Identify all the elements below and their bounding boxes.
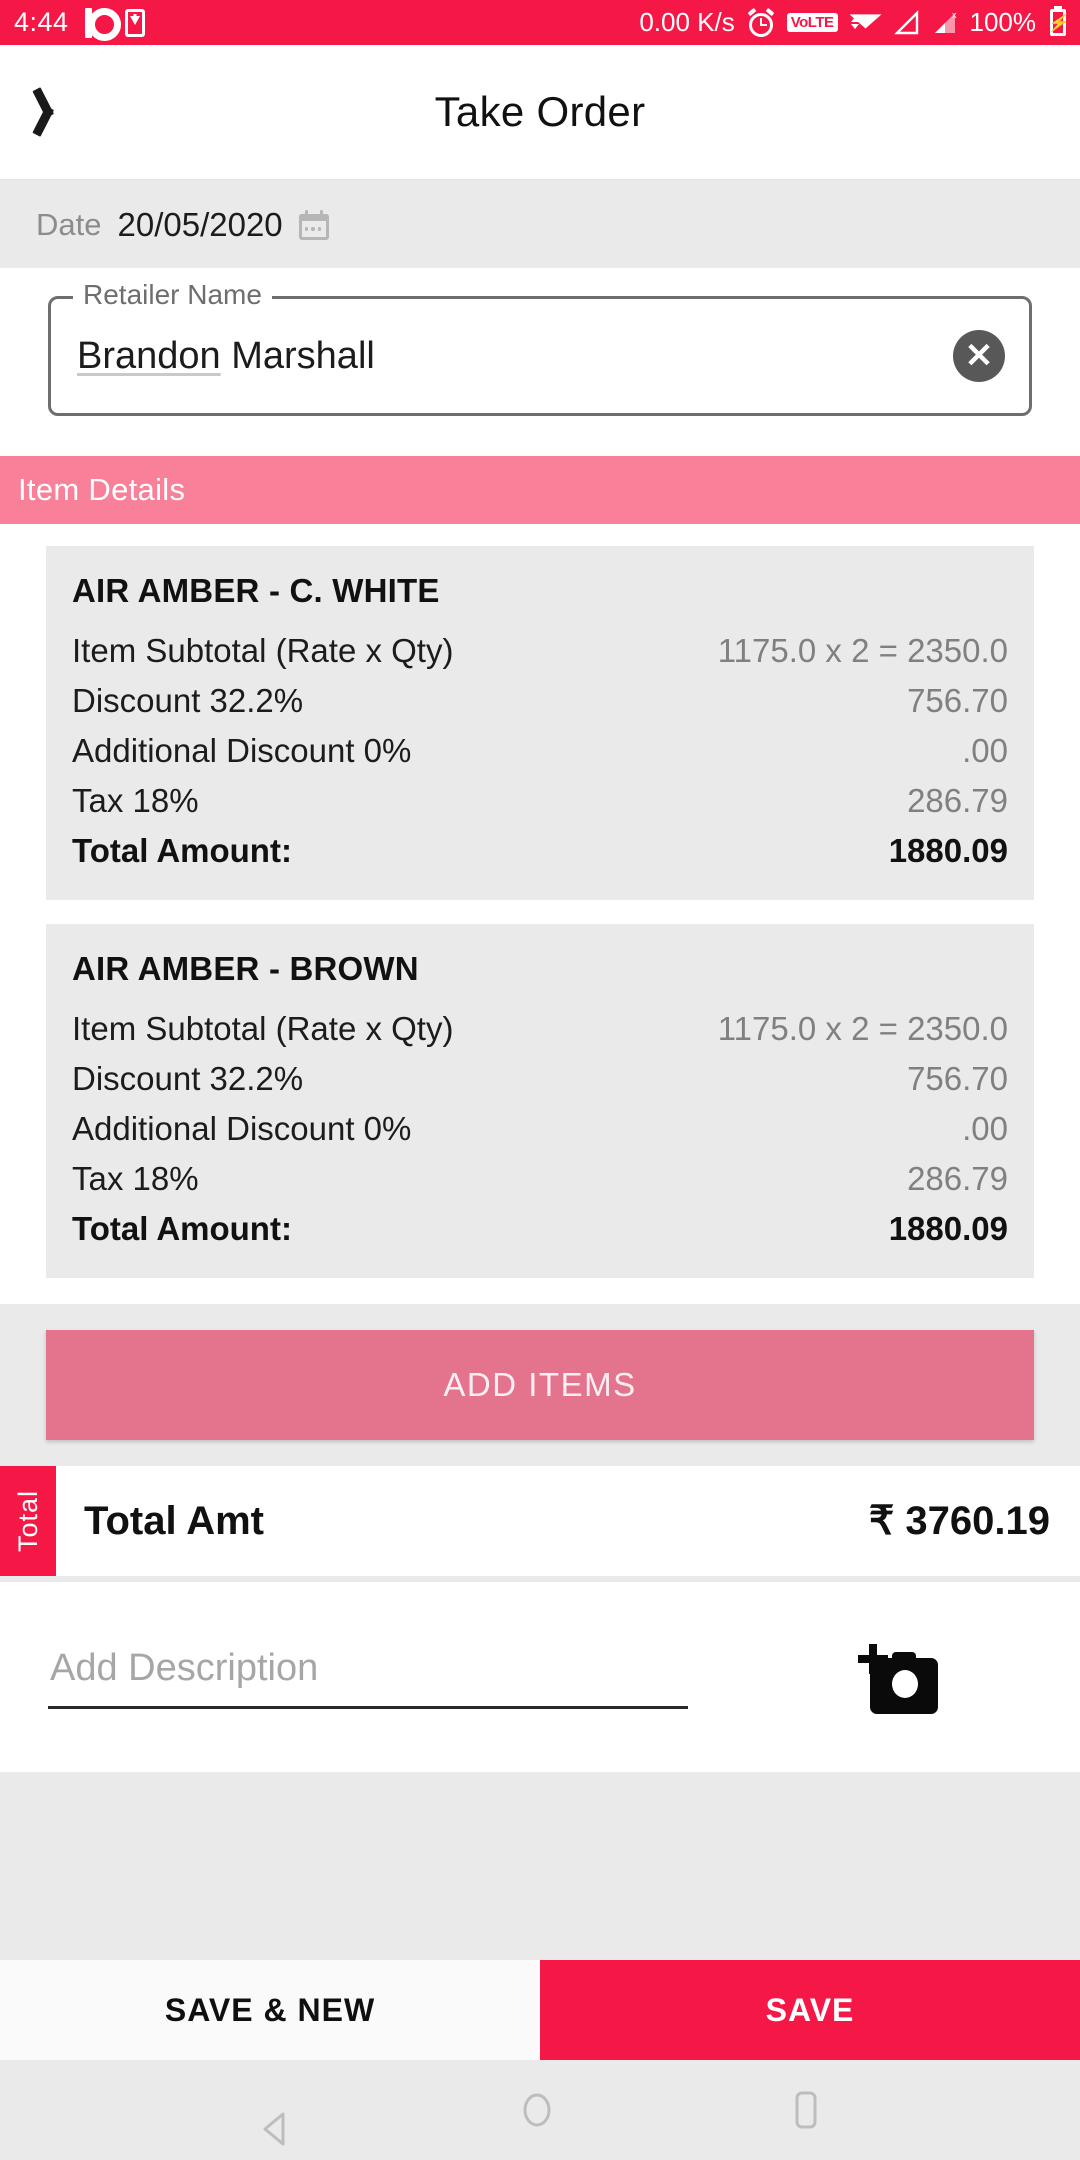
item-tax-row: Tax 18% 286.79 — [72, 1154, 1008, 1204]
square-recents-icon[interactable] — [790, 2090, 822, 2130]
total-amount-value: ₹ 3760.19 — [868, 1499, 1050, 1543]
item-discount-label: Discount 32.2% — [72, 1060, 304, 1097]
item-subtotal-row: Item Subtotal (Rate x Qty) 1175.0 x 2 = … — [72, 1004, 1008, 1054]
item-total-row: Total Amount: 1880.09 — [72, 1204, 1008, 1254]
item-additional-discount-value: .00 — [962, 1110, 1008, 1147]
add-photo-camera-icon[interactable] — [858, 1642, 940, 1714]
item-additional-discount-row: Additional Discount 0% .00 — [72, 726, 1008, 776]
calendar-icon[interactable] — [298, 210, 329, 240]
item-subtotal-row: Item Subtotal (Rate x Qty) 1175.0 x 2 = … — [72, 626, 1008, 676]
item-subtotal-value: 1175.0 x 2 = 2350.0 — [717, 1010, 1008, 1047]
status-time: 4:44 — [14, 7, 69, 37]
item-additional-discount-label: Additional Discount 0% — [72, 732, 412, 769]
retailer-name-legend: Retailer Name — [73, 279, 272, 311]
phone-screen: 4:44 0.00 K/s VoLTE x 100% ⚡ Take Order … — [0, 0, 1080, 2160]
bottom-action-bar: SAVE & NEW SAVE — [0, 1960, 1080, 2060]
description-input[interactable] — [48, 1647, 688, 1709]
item-name: AIR AMBER - BROWN — [72, 950, 419, 987]
item-total-value: 1880.09 — [888, 1210, 1008, 1247]
items-list: AIR AMBER - C. WHITE Item Subtotal (Rate… — [0, 524, 1080, 1304]
item-tax-label: Tax 18% — [72, 782, 199, 819]
item-discount-value: 756.70 — [907, 1060, 1008, 1097]
status-bar-right: 0.00 K/s VoLTE x 100% ⚡ — [639, 7, 1069, 38]
date-row[interactable]: Date 20/05/2020 — [0, 180, 1080, 268]
signal-no-sim-icon — [893, 9, 920, 36]
item-subtotal-label: Item Subtotal (Rate x Qty) — [72, 1010, 454, 1047]
total-amount-row: Total Amt ₹ 3760.19 — [56, 1466, 1080, 1576]
status-bar: 4:44 0.00 K/s VoLTE x 100% ⚡ — [0, 0, 1080, 45]
item-card[interactable]: AIR AMBER - BROWN Item Subtotal (Rate x … — [46, 924, 1034, 1278]
volte-icon: VoLTE — [786, 13, 838, 32]
item-discount-row: Discount 32.2% 756.70 — [72, 676, 1008, 726]
item-discount-row: Discount 32.2% 756.70 — [72, 1054, 1008, 1104]
total-tab-label: Total — [12, 1489, 43, 1553]
item-tax-value: 286.79 — [907, 782, 1008, 819]
item-tax-label: Tax 18% — [72, 1160, 199, 1197]
item-tax-row: Tax 18% 286.79 — [72, 776, 1008, 826]
save-button[interactable]: SAVE — [540, 1960, 1080, 2060]
p-logo-icon — [84, 7, 121, 41]
alarm-icon — [747, 7, 775, 37]
wifi-icon — [849, 11, 882, 35]
item-card[interactable]: AIR AMBER - C. WHITE Item Subtotal (Rate… — [46, 546, 1034, 900]
battery-percent-text: 100% — [969, 7, 1037, 37]
item-total-label: Total Amount: — [72, 832, 292, 869]
android-nav-bar — [0, 2060, 1080, 2160]
item-additional-discount-row: Additional Discount 0% .00 — [72, 1104, 1008, 1154]
item-total-row: Total Amount: 1880.09 — [72, 826, 1008, 876]
item-total-label: Total Amount: — [72, 1210, 292, 1247]
item-additional-discount-value: .00 — [962, 732, 1008, 769]
item-additional-discount-label: Additional Discount 0% — [72, 1110, 412, 1147]
total-tab-badge: Total — [0, 1466, 56, 1576]
triangle-back-icon[interactable] — [258, 2088, 285, 2146]
item-total-value: 1880.09 — [888, 832, 1008, 869]
battery-charging-icon: ⚡ — [1047, 9, 1069, 36]
retailer-section: Retailer Name Brandon Marshall ✕ — [0, 268, 1080, 456]
network-speed-text: 0.00 K/s — [639, 7, 735, 37]
add-items-button[interactable]: ADD ITEMS — [46, 1330, 1034, 1440]
retailer-name-value: Brandon Marshall — [77, 335, 375, 378]
add-items-section: ADD ITEMS — [0, 1304, 1080, 1466]
item-details-header: Item Details — [0, 456, 1080, 524]
item-subtotal-value: 1175.0 x 2 = 2350.0 — [717, 632, 1008, 669]
app-bar: Take Order — [0, 45, 1080, 180]
description-section — [0, 1582, 1080, 1772]
item-discount-label: Discount 32.2% — [72, 682, 304, 719]
retailer-first-name: Brandon — [77, 334, 221, 377]
content-area: Date 20/05/2020 Retailer Name Brandon Ma… — [0, 180, 1080, 1960]
total-amount-label: Total Amt — [84, 1498, 264, 1543]
retailer-last-name: Marshall — [231, 334, 375, 377]
phone-download-icon — [124, 8, 145, 37]
status-bar-left: 4:44 — [14, 7, 145, 41]
item-tax-value: 286.79 — [907, 1160, 1008, 1197]
item-discount-value: 756.70 — [907, 682, 1008, 719]
description-input-wrap — [48, 1647, 688, 1709]
item-subtotal-label: Item Subtotal (Rate x Qty) — [72, 632, 454, 669]
svg-text:x: x — [952, 10, 957, 20]
save-and-new-button[interactable]: SAVE & NEW — [0, 1960, 540, 2060]
total-amount-bar: Total Total Amt ₹ 3760.19 — [0, 1466, 1080, 1576]
page-title: Take Order — [434, 88, 646, 135]
item-name: AIR AMBER - C. WHITE — [72, 572, 440, 609]
circle-home-icon[interactable] — [519, 2091, 555, 2129]
date-value: 20/05/2020 — [117, 206, 283, 243]
close-circle-icon[interactable]: ✕ — [953, 330, 1005, 382]
date-label: Date — [36, 207, 102, 242]
signal-bars-icon: x — [932, 10, 958, 36]
retailer-name-field[interactable]: Retailer Name Brandon Marshall ✕ — [48, 279, 1032, 416]
